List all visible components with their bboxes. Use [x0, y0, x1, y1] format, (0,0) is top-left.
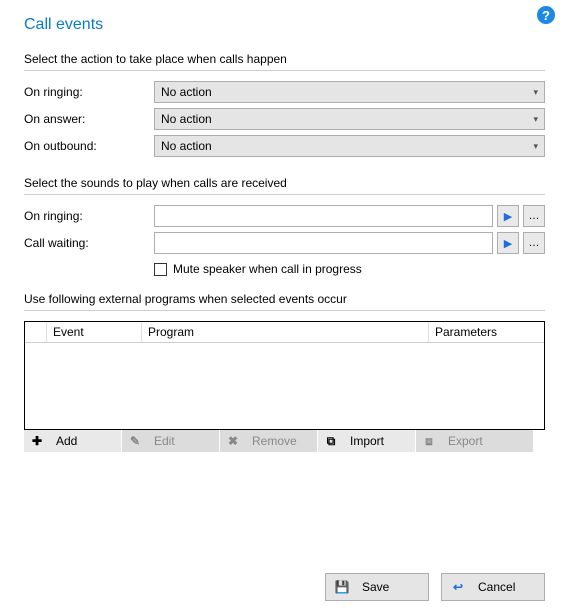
divider	[24, 194, 545, 195]
remove-button: ✖ Remove	[220, 430, 318, 452]
help-icon[interactable]: ?	[537, 6, 555, 24]
cancel-button[interactable]: ↩ Cancel	[441, 573, 545, 601]
import-icon: ⧉	[324, 434, 338, 449]
on-outbound-action-value: No action	[161, 139, 212, 153]
ellipsis-icon: …	[529, 237, 540, 249]
edit-label: Edit	[154, 434, 175, 448]
export-label: Export	[448, 434, 483, 448]
add-button[interactable]: ✚ Add	[24, 430, 122, 452]
export-button: ⧈ Export	[416, 430, 534, 452]
save-label: Save	[362, 580, 389, 594]
divider	[24, 310, 545, 311]
on-ringing-action-value: No action	[161, 85, 212, 99]
col-program[interactable]: Program	[142, 322, 429, 342]
ellipsis-icon: …	[529, 210, 540, 222]
table-header: Event Program Parameters	[25, 322, 544, 343]
on-ringing-action-label: On ringing:	[24, 85, 154, 99]
play-icon: ▶	[504, 210, 512, 223]
browse-waiting-button[interactable]: …	[523, 232, 545, 254]
programs-table: Event Program Parameters	[24, 321, 545, 430]
pencil-icon: ✎	[128, 434, 142, 448]
call-waiting-sound-label: Call waiting:	[24, 236, 154, 250]
table-header-blank	[25, 322, 47, 342]
import-label: Import	[350, 434, 384, 448]
divider	[24, 70, 545, 71]
chevron-down-icon: ▾	[533, 87, 538, 98]
chevron-down-icon: ▾	[533, 114, 538, 125]
on-answer-action-select[interactable]: No action ▾	[154, 108, 545, 130]
sounds-section-label: Select the sounds to play when calls are…	[24, 176, 545, 190]
cross-icon: ✖	[226, 434, 240, 448]
table-body[interactable]	[25, 343, 544, 429]
remove-label: Remove	[252, 434, 297, 448]
programs-toolbar: ✚ Add ✎ Edit ✖ Remove ⧉ Import ⧈ Export	[24, 430, 545, 452]
col-event[interactable]: Event	[47, 322, 142, 342]
add-label: Add	[56, 434, 77, 448]
mute-speaker-label: Mute speaker when call in progress	[173, 262, 362, 276]
browse-ringing-button[interactable]: …	[523, 205, 545, 227]
col-parameters[interactable]: Parameters	[429, 322, 544, 342]
on-answer-action-value: No action	[161, 112, 212, 126]
cancel-label: Cancel	[478, 580, 515, 594]
actions-section-label: Select the action to take place when cal…	[24, 52, 545, 66]
export-icon: ⧈	[422, 434, 436, 449]
on-ringing-sound-label: On ringing:	[24, 209, 154, 223]
back-arrow-icon: ↩	[452, 580, 464, 594]
play-icon: ▶	[504, 237, 512, 250]
on-ringing-sound-input[interactable]	[154, 205, 493, 227]
play-ringing-button[interactable]: ▶	[497, 205, 519, 227]
import-button[interactable]: ⧉ Import	[318, 430, 416, 452]
on-outbound-action-label: On outbound:	[24, 139, 154, 153]
chevron-down-icon: ▾	[533, 141, 538, 152]
call-waiting-sound-input[interactable]	[154, 232, 493, 254]
edit-button: ✎ Edit	[122, 430, 220, 452]
on-answer-action-label: On answer:	[24, 112, 154, 126]
mute-speaker-checkbox[interactable]	[154, 263, 167, 276]
on-ringing-action-select[interactable]: No action ▾	[154, 81, 545, 103]
programs-section-label: Use following external programs when sel…	[24, 292, 545, 306]
save-button[interactable]: 💾 Save	[325, 573, 429, 601]
plus-icon: ✚	[30, 434, 44, 448]
page-title: Call events	[24, 16, 545, 34]
play-waiting-button[interactable]: ▶	[497, 232, 519, 254]
save-icon: 💾	[336, 580, 348, 594]
on-outbound-action-select[interactable]: No action ▾	[154, 135, 545, 157]
